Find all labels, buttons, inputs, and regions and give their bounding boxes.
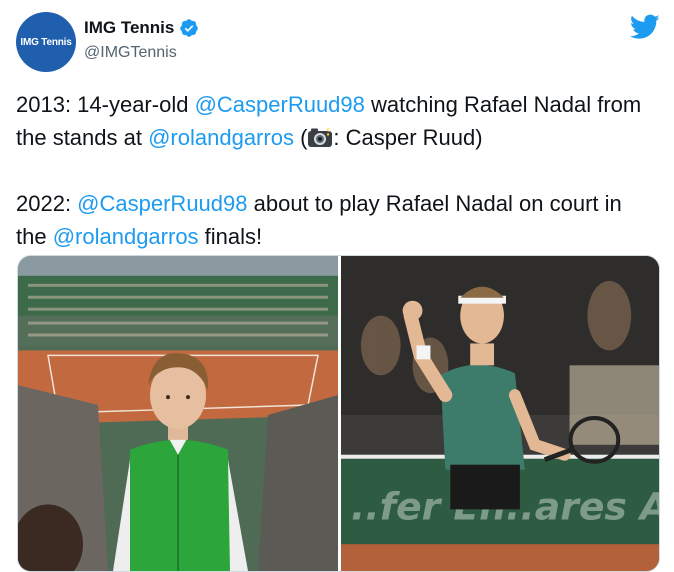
avatar-logo-text: IMG Tennis xyxy=(20,36,72,48)
camera-flash-emoji-icon xyxy=(307,124,333,147)
author-info[interactable]: IMG Tennis @IMGTennis xyxy=(84,18,199,62)
media-grid: ..fer En..ares A xyxy=(17,255,660,572)
text-segment: 2022: xyxy=(16,191,78,216)
mention-link-casperruud98[interactable]: @CasperRuud98 xyxy=(77,191,247,216)
tweet-text: 2013: 14-year-old @CasperRuud98 watching… xyxy=(16,88,656,253)
tweet-paragraph-2022: 2022: @CasperRuud98 about to play Rafael… xyxy=(16,187,656,253)
text-segment: : Casper Ruud) xyxy=(333,125,483,150)
avatar[interactable]: IMG Tennis xyxy=(16,12,76,72)
mention-link-rolandgarros[interactable]: @rolandgarros xyxy=(53,224,199,249)
text-segment: finals! xyxy=(198,224,263,249)
handle[interactable]: @IMGTennis xyxy=(84,44,199,62)
text-segment: ( xyxy=(293,125,308,150)
display-name[interactable]: IMG Tennis xyxy=(84,18,174,38)
tweet-card[interactable]: IMG Tennis IMG Tennis @IMGTennis 2013: 1… xyxy=(0,0,674,572)
text-segment: 2013: 14-year-old xyxy=(16,92,195,117)
mention-link-rolandgarros[interactable]: @rolandgarros xyxy=(148,125,294,150)
tweet-paragraph-2013: 2013: 14-year-old @CasperRuud98 watching… xyxy=(16,88,656,154)
photo-2013-stands[interactable] xyxy=(18,256,338,571)
photo-2022-court[interactable]: ..fer En..ares A xyxy=(341,256,659,571)
twitter-bird-icon[interactable] xyxy=(629,14,660,40)
mention-link-casperruud98[interactable]: @CasperRuud98 xyxy=(195,92,365,117)
verified-badge-icon xyxy=(179,18,199,38)
